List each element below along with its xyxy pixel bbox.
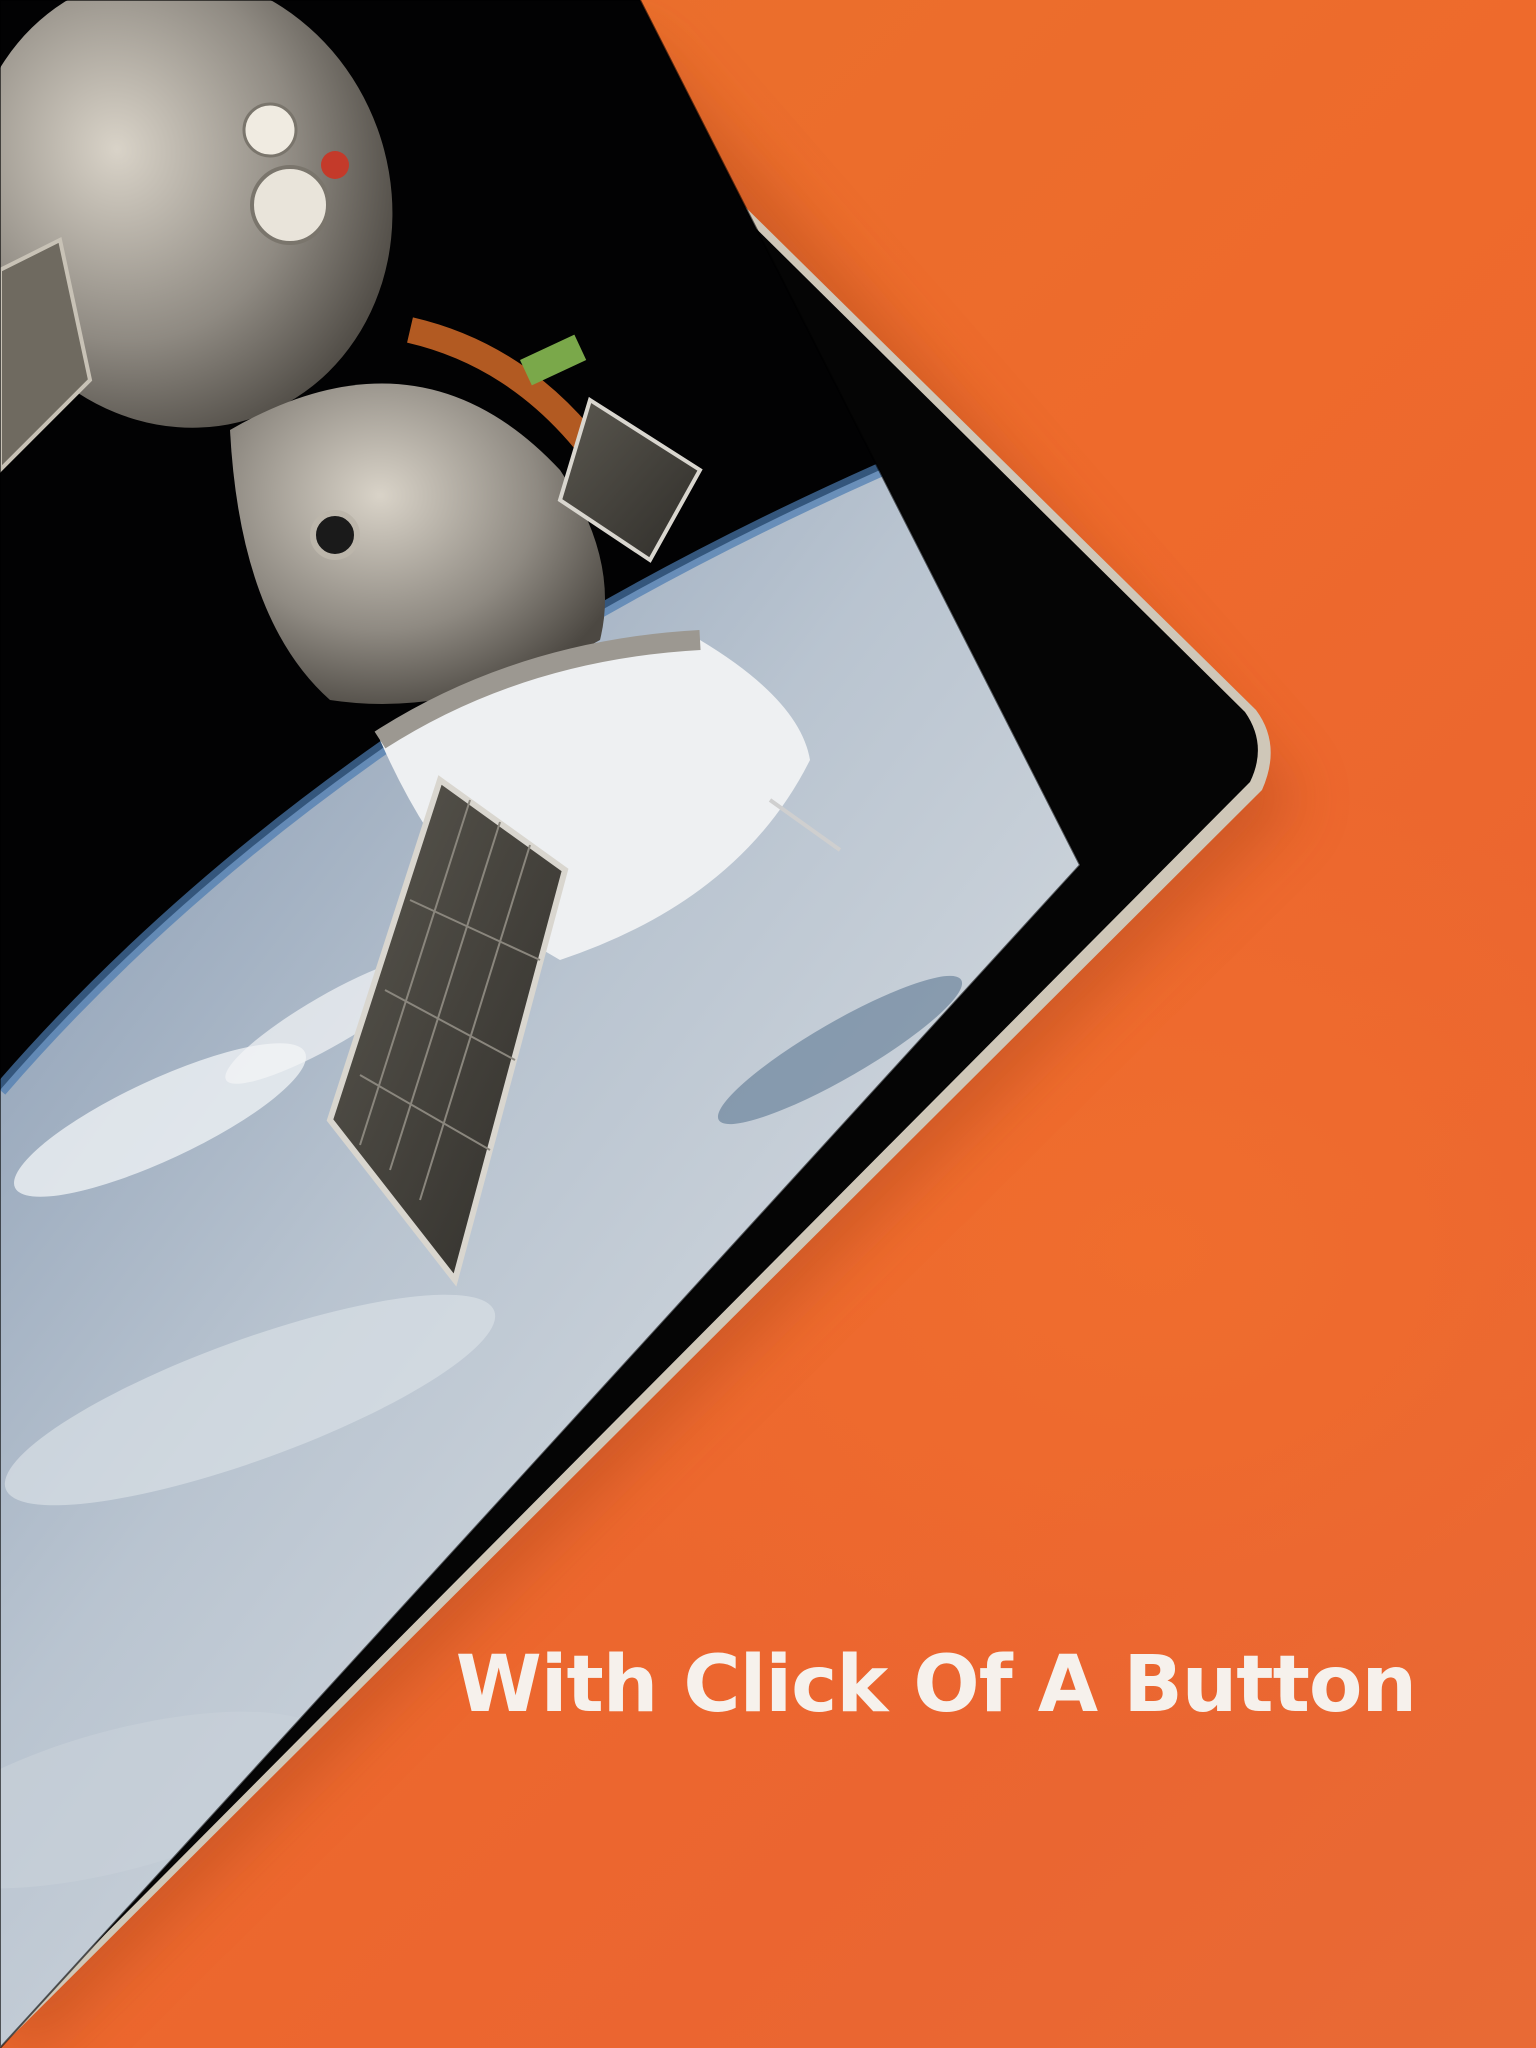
tablet-device <box>0 0 1300 2048</box>
caption-text: With Click Of A Button <box>455 1640 1417 1730</box>
promo-screen: With Click Of A Button <box>0 0 1536 2048</box>
